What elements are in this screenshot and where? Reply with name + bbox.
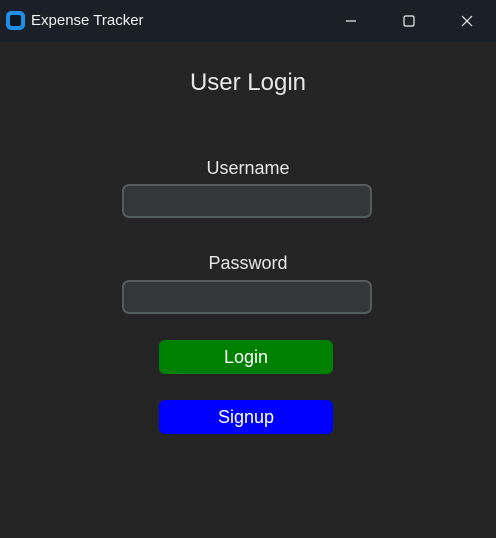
minimize-icon xyxy=(346,20,356,22)
maximize-button[interactable] xyxy=(380,0,438,42)
password-label: Password xyxy=(208,253,288,273)
login-heading: User Login xyxy=(189,69,307,96)
maximize-icon xyxy=(403,15,415,27)
login-button[interactable]: Login xyxy=(159,340,333,374)
app-window: Expense Tracker User Login Username Pass… xyxy=(0,0,496,538)
password-field[interactable] xyxy=(122,280,372,314)
close-button[interactable] xyxy=(438,0,496,42)
username-label: Username xyxy=(206,158,290,178)
signup-button[interactable]: Signup xyxy=(159,400,333,434)
minimize-button[interactable] xyxy=(322,0,380,42)
app-icon xyxy=(6,11,25,30)
username-field[interactable] xyxy=(122,184,372,218)
close-icon xyxy=(461,15,473,27)
window-title: Expense Tracker xyxy=(31,12,144,29)
title-bar[interactable]: Expense Tracker xyxy=(0,0,496,42)
